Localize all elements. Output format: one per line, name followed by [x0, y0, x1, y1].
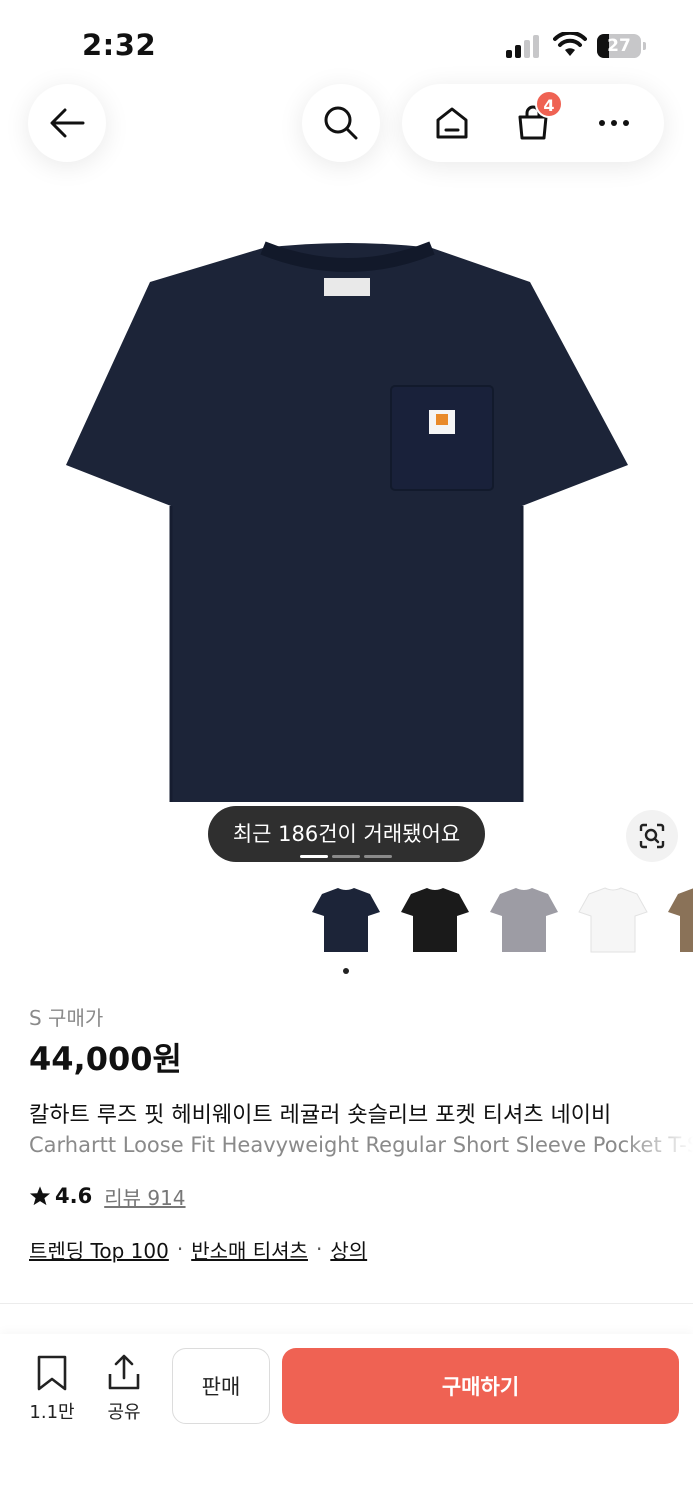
thumbnail-brown[interactable]	[662, 880, 693, 960]
product-image[interactable]	[60, 240, 635, 805]
rating-row: 4.6 리뷰 914	[29, 1181, 186, 1211]
buy-button[interactable]: 구매하기	[282, 1348, 679, 1424]
review-link[interactable]: 리뷰 914	[104, 1182, 185, 1211]
cart-count-badge: 4	[534, 90, 563, 118]
share-button[interactable]: 공유	[94, 1354, 154, 1424]
star-icon	[29, 1186, 51, 1206]
thumbnail-black[interactable]	[395, 880, 475, 960]
thumbnail-grey[interactable]	[484, 880, 564, 960]
status-time: 2:32	[82, 28, 157, 62]
save-count: 1.1만	[29, 1402, 75, 1423]
bottom-action-bar: 1.1만 공유 판매 구매하기	[0, 1334, 693, 1500]
product-title-en-text: Carhartt Loose Fit Heavyweight Regular S…	[29, 1133, 693, 1157]
more-dots-icon	[598, 120, 629, 126]
share-icon	[108, 1354, 140, 1390]
save-button[interactable]: 1.1만	[22, 1354, 82, 1424]
thumbnail-navy[interactable]	[306, 880, 386, 960]
section-divider	[0, 1303, 693, 1304]
sell-button[interactable]: 판매	[172, 1348, 270, 1424]
bookmark-icon	[37, 1355, 67, 1391]
size-price-label: S 구매가	[29, 1006, 104, 1030]
home-button[interactable]	[421, 92, 483, 154]
category-tags: 트렌딩 Top 100 · 반소매 티셔츠 · 상의	[29, 1234, 367, 1264]
image-search-button[interactable]	[626, 810, 678, 862]
tag-separator: ·	[315, 1237, 323, 1261]
product-title-ko: 칼하트 루즈 핏 헤비웨이트 레귤러 숏슬리브 포켓 티셔츠 네이비	[29, 1097, 693, 1129]
rating-value: 4.6	[55, 1184, 93, 1208]
arrow-left-icon	[50, 108, 85, 138]
back-button[interactable]	[28, 84, 106, 162]
tag-trending[interactable]: 트렌딩 Top 100	[29, 1235, 169, 1264]
battery-level: 27	[607, 36, 631, 56]
tag-short-sleeve[interactable]: 반소매 티셔츠	[191, 1235, 308, 1264]
tag-tops[interactable]: 상의	[330, 1235, 367, 1264]
battery-icon: 27	[597, 34, 646, 58]
wifi-icon	[553, 30, 587, 58]
image-pager	[300, 855, 392, 859]
tag-separator: ·	[176, 1237, 184, 1261]
lens-search-icon	[639, 823, 665, 849]
home-icon	[436, 107, 468, 139]
share-label: 공유	[107, 1402, 141, 1423]
thumbnail-white[interactable]	[573, 880, 653, 960]
cart-button[interactable]: 4	[502, 90, 564, 154]
product-title-ko-text: 칼하트 루즈 핏 헤비웨이트 레귤러 숏슬리브 포켓 티셔츠 네이비	[29, 1103, 612, 1128]
search-button[interactable]	[302, 84, 380, 162]
thumbnail-indicator	[343, 968, 349, 974]
status-bar: 2:32 27	[0, 0, 693, 84]
color-thumbnails	[300, 876, 693, 966]
more-button[interactable]	[583, 92, 645, 154]
product-title-en: Carhartt Loose Fit Heavyweight Regular S…	[29, 1133, 693, 1157]
search-icon	[324, 106, 358, 140]
price: 44,000원	[29, 1040, 182, 1078]
trade-count-pill: 최근 186건이 거래됐어요	[208, 806, 485, 862]
nav-actions-group: 4	[402, 84, 664, 162]
cellular-signal-icon	[506, 34, 542, 58]
